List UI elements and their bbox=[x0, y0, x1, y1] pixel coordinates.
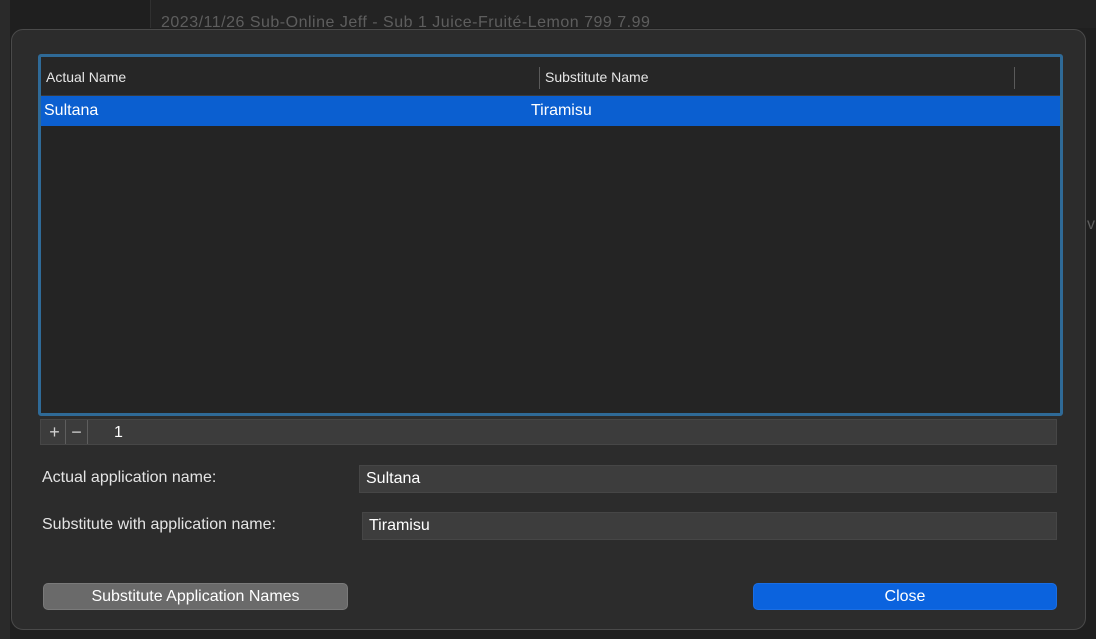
cell-substitute-name: Tiramisu bbox=[531, 102, 592, 119]
name-substitution-table[interactable]: Actual Name Substitute Name Sultana Tira… bbox=[38, 54, 1063, 416]
actual-name-field[interactable] bbox=[359, 465, 1057, 493]
background-row-text: 2023/11/26 Sub-Online Jeff - Sub 1 Juice… bbox=[161, 14, 651, 28]
row-count: 1 bbox=[114, 424, 123, 441]
background-edge-text: v bbox=[1087, 216, 1095, 233]
background-sidebar bbox=[0, 0, 10, 639]
column-header-substitute-name[interactable]: Substitute Name bbox=[545, 57, 649, 95]
table-footer-bar: + − 1 bbox=[40, 419, 1057, 445]
column-divider[interactable] bbox=[1014, 67, 1015, 89]
table-header: Actual Name Substitute Name bbox=[41, 57, 1060, 96]
actual-name-label: Actual application name: bbox=[42, 469, 217, 486]
substitute-name-field[interactable] bbox=[362, 512, 1057, 540]
close-button[interactable]: Close bbox=[753, 583, 1057, 610]
cell-actual-name: Sultana bbox=[44, 102, 99, 119]
add-row-button[interactable]: + bbox=[44, 420, 66, 444]
table-row[interactable]: Sultana Tiramisu bbox=[41, 96, 1060, 126]
column-header-actual-name[interactable]: Actual Name bbox=[46, 57, 126, 95]
background-table-row: 2023/11/26 Sub-Online Jeff - Sub 1 Juice… bbox=[150, 0, 1096, 28]
remove-row-button[interactable]: − bbox=[66, 420, 88, 444]
column-divider[interactable] bbox=[539, 67, 540, 89]
substitute-application-names-button[interactable]: Substitute Application Names bbox=[43, 583, 348, 610]
substitute-name-label: Substitute with application name: bbox=[42, 516, 276, 533]
